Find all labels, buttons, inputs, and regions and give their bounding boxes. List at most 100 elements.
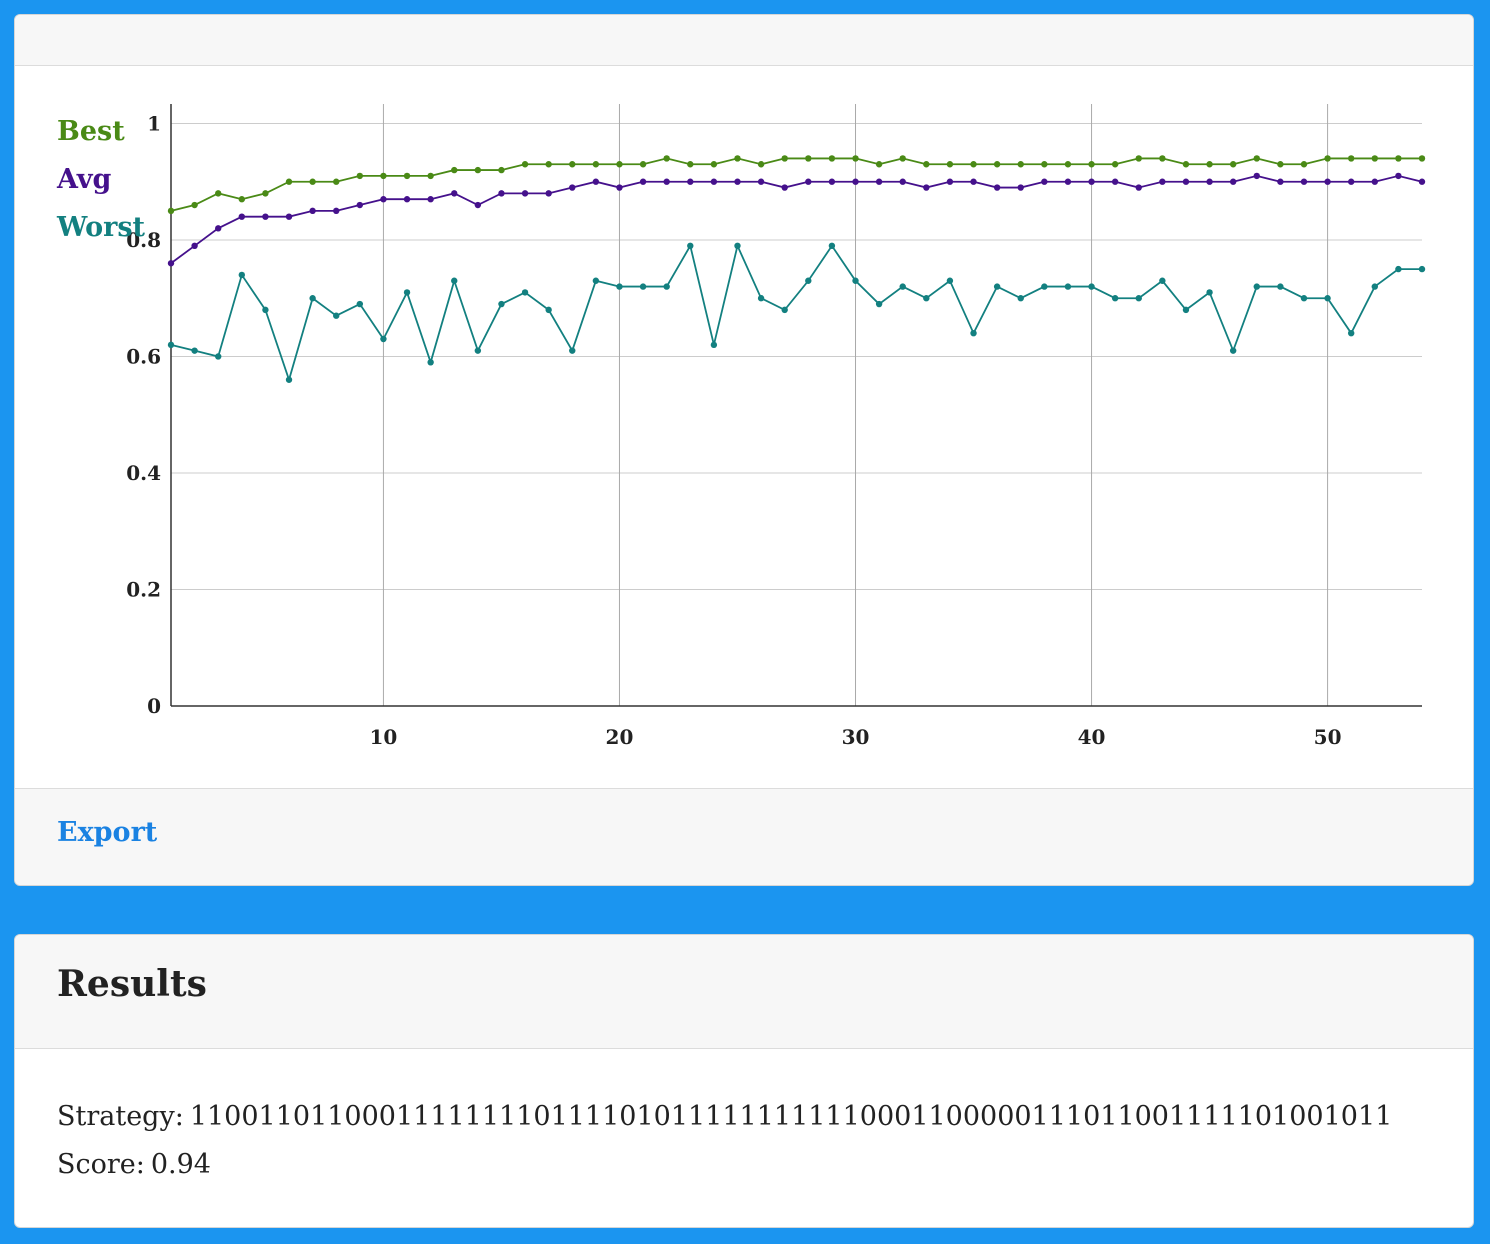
worst-data-point bbox=[215, 353, 222, 360]
worst-data-point bbox=[899, 283, 906, 290]
y-tick-label: 0.4 bbox=[126, 461, 161, 485]
worst-data-point bbox=[1017, 295, 1024, 302]
best-data-point bbox=[1253, 155, 1260, 162]
worst-data-point bbox=[521, 289, 529, 296]
worst-data-point bbox=[262, 306, 269, 314]
best-data-point bbox=[521, 161, 529, 168]
best-data-point bbox=[1135, 155, 1142, 162]
best-data-point bbox=[1324, 155, 1331, 162]
avg-data-point bbox=[167, 260, 175, 267]
worst-series-line bbox=[170, 243, 1422, 383]
worst-data-point bbox=[380, 335, 387, 343]
avg-data-point bbox=[1017, 184, 1024, 191]
score-value: 0.94 bbox=[150, 1149, 211, 1180]
chart-card: 0 0.2 0.4 0.6 0.8 1 10 20 30 40 50 Best Avg Worst Exp… bbox=[14, 14, 1474, 886]
best-data-point bbox=[1229, 161, 1237, 168]
best-data-point bbox=[1206, 161, 1213, 168]
best-data-point bbox=[1159, 155, 1166, 162]
results-header: Results bbox=[15, 935, 1473, 1049]
worst-data-point bbox=[875, 300, 883, 308]
worst-data-point bbox=[1111, 295, 1119, 302]
worst-data-point bbox=[1159, 277, 1166, 284]
fitness-line-chart: 00.20.40.60.8110 20 30 40 50BestAvgWorst bbox=[56, 104, 1426, 749]
worst-data-point bbox=[1418, 265, 1426, 273]
best-data-point bbox=[687, 161, 694, 168]
x-tick-label: 50 bbox=[1314, 725, 1342, 749]
worst-data-point bbox=[238, 271, 246, 279]
best-data-point bbox=[238, 196, 246, 203]
worst-data-point bbox=[781, 306, 788, 314]
best-data-point bbox=[781, 155, 788, 162]
worst-data-point bbox=[852, 277, 859, 284]
avg-data-point bbox=[805, 178, 812, 185]
best-data-point bbox=[828, 155, 836, 162]
avg-data-point bbox=[781, 184, 788, 191]
avg-data-point bbox=[215, 225, 222, 232]
best-data-point bbox=[1371, 155, 1378, 162]
best-data-point bbox=[451, 166, 458, 174]
y-tick-label: 1 bbox=[147, 111, 161, 135]
worst-data-point bbox=[616, 283, 623, 290]
avg-data-point bbox=[757, 178, 765, 185]
best-data-point bbox=[616, 161, 623, 168]
avg-data-point bbox=[970, 178, 977, 185]
x-tick-label: 20 bbox=[606, 725, 634, 749]
best-data-point bbox=[946, 161, 954, 168]
best-data-point bbox=[474, 166, 482, 174]
results-body: Strategy: 1100110110001111111101111010111… bbox=[15, 1049, 1473, 1189]
best-data-point bbox=[1064, 161, 1072, 168]
best-data-point bbox=[734, 155, 741, 162]
score-row: Score: 0.94 bbox=[57, 1141, 1473, 1189]
best-data-point bbox=[498, 166, 505, 174]
avg-data-point bbox=[262, 213, 269, 220]
avg-data-point bbox=[356, 201, 364, 209]
worst-data-point bbox=[427, 359, 434, 366]
best-data-point bbox=[1182, 161, 1190, 168]
best-data-point bbox=[1088, 161, 1095, 168]
worst-data-point bbox=[1229, 347, 1237, 354]
avg-data-point bbox=[521, 190, 529, 197]
best-data-point bbox=[710, 161, 718, 168]
best-data-point bbox=[1041, 161, 1048, 168]
best-data-point bbox=[403, 172, 411, 180]
worst-data-point bbox=[1371, 283, 1378, 290]
avg-data-point bbox=[710, 178, 718, 185]
avg-data-point bbox=[1300, 178, 1308, 185]
avg-data-point bbox=[285, 213, 293, 220]
avg-data-point bbox=[592, 178, 600, 185]
worst-data-point bbox=[333, 312, 340, 319]
legend-worst: Worst bbox=[56, 212, 146, 243]
worst-data-point bbox=[167, 341, 175, 349]
worst-data-point bbox=[757, 295, 765, 302]
worst-data-point bbox=[734, 242, 741, 250]
avg-data-point bbox=[1418, 178, 1426, 185]
worst-data-point bbox=[1300, 295, 1308, 302]
y-tick-label: 0.2 bbox=[126, 577, 161, 601]
worst-data-point bbox=[639, 283, 647, 290]
avg-data-point bbox=[1041, 178, 1048, 185]
avg-data-point bbox=[498, 190, 505, 197]
avg-data-point bbox=[380, 196, 387, 203]
best-data-point bbox=[309, 178, 316, 185]
worst-data-point bbox=[923, 295, 930, 302]
worst-data-point bbox=[710, 341, 718, 349]
best-data-point bbox=[191, 201, 198, 209]
best-data-point bbox=[757, 161, 765, 168]
worst-data-point bbox=[1041, 283, 1048, 290]
avg-data-point bbox=[1182, 178, 1190, 185]
best-data-point bbox=[923, 161, 930, 168]
worst-data-point bbox=[1347, 329, 1355, 337]
avg-data-point bbox=[309, 207, 316, 215]
best-data-point bbox=[1418, 155, 1426, 162]
avg-data-point bbox=[1159, 178, 1166, 185]
worst-data-point bbox=[474, 347, 482, 354]
avg-data-point bbox=[734, 178, 741, 185]
worst-data-point bbox=[828, 242, 836, 250]
avg-data-point bbox=[899, 178, 906, 185]
avg-data-point bbox=[238, 213, 246, 220]
best-data-point bbox=[852, 155, 859, 162]
export-link[interactable]: Export bbox=[57, 817, 157, 848]
y-tick-label: 0 bbox=[147, 694, 161, 718]
avg-data-point bbox=[545, 190, 552, 197]
best-data-point bbox=[545, 161, 552, 168]
